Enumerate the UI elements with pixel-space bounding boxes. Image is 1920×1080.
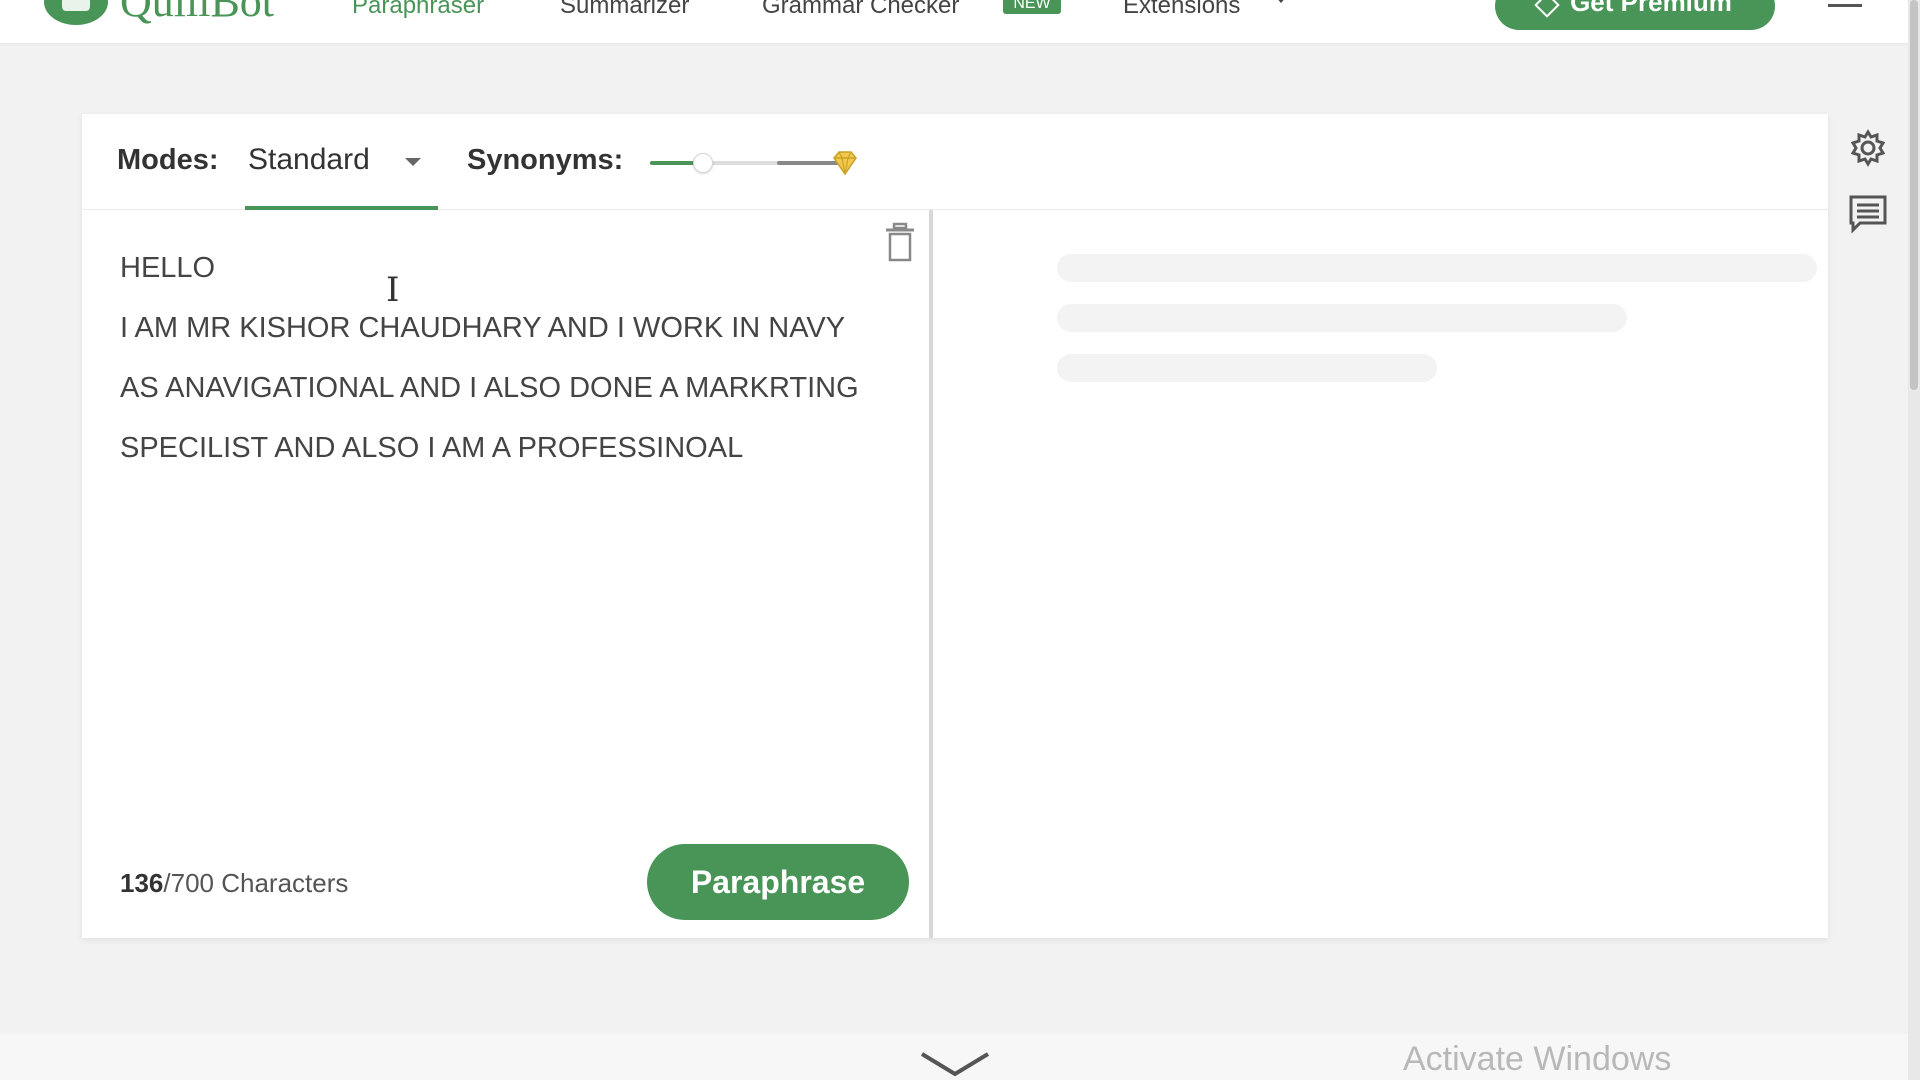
synonyms-slider[interactable]: [650, 151, 862, 176]
gear-icon[interactable]: [1848, 128, 1888, 168]
text-cursor-icon: I: [386, 270, 400, 310]
char-count-limit: /700 Characters: [163, 868, 349, 898]
comment-icon[interactable]: [1848, 194, 1888, 234]
get-premium-label: Get Premium: [1570, 0, 1732, 17]
nav-paraphraser[interactable]: Paraphraser: [352, 0, 484, 20]
mode-value: Standard: [248, 143, 370, 176]
nav-extensions[interactable]: Extensions: [1123, 0, 1240, 20]
input-textarea[interactable]: HELLO I AM MR KISHOR CHAUDHARY AND I WOR…: [120, 238, 900, 478]
new-badge: NEW: [1003, 0, 1061, 14]
loading-skeleton-line: [1057, 304, 1627, 332]
nav-summarizer[interactable]: Summarizer: [560, 0, 689, 20]
chevron-down-icon[interactable]: [918, 1048, 992, 1078]
char-count-value: 136: [120, 868, 164, 898]
top-navbar: QuillBot Paraphraser Summarizer Grammar …: [0, 0, 1908, 43]
input-line: I AM MR KISHOR CHAUDHARY AND I WORK IN N…: [120, 312, 846, 344]
output-pane: [937, 210, 1828, 938]
nav-grammar-checker[interactable]: Grammar Checker: [762, 0, 959, 20]
get-premium-button[interactable]: Get Premium: [1495, 0, 1775, 30]
modes-label: Modes:: [117, 144, 219, 176]
diamond-icon: [1534, 0, 1560, 18]
page-scrollbar-thumb[interactable]: [1910, 0, 1918, 390]
character-count: 136/700 Characters: [120, 868, 348, 899]
mode-dropdown[interactable]: Standard: [245, 114, 438, 210]
activate-windows-watermark: Activate Windows: [1403, 1040, 1672, 1078]
input-line: HELLO: [120, 252, 216, 284]
paraphrase-button[interactable]: Paraphrase: [647, 844, 909, 920]
synonyms-slider-thumb[interactable]: [693, 153, 713, 173]
input-line: AS ANAVIGATIONAL AND I ALSO DONE A MARKR…: [120, 372, 859, 404]
synonyms-label: Synonyms:: [467, 144, 624, 176]
loading-skeleton-line: [1057, 254, 1817, 282]
loading-skeleton-line: [1057, 354, 1437, 382]
mode-toolbar: Modes: Standard Synonyms:: [82, 114, 1828, 210]
logo-text: QuillBot: [120, 0, 275, 26]
quillbot-logo-icon: [44, 0, 108, 25]
hamburger-menu-icon[interactable]: [1828, 0, 1862, 10]
extensions-chevron-down-icon[interactable]: [1275, 0, 1287, 3]
caret-down-icon: [405, 158, 421, 166]
paraphraser-card: Modes: Standard Synonyms: HELLO I AM MR: [82, 114, 1828, 938]
input-line: SPECILIST AND ALSO I AM A PROFESSINOAL: [120, 432, 744, 464]
premium-diamond-icon: [833, 151, 857, 176]
quillbot-logo[interactable]: QuillBot: [44, 0, 274, 27]
input-pane[interactable]: HELLO I AM MR KISHOR CHAUDHARY AND I WOR…: [82, 210, 933, 938]
